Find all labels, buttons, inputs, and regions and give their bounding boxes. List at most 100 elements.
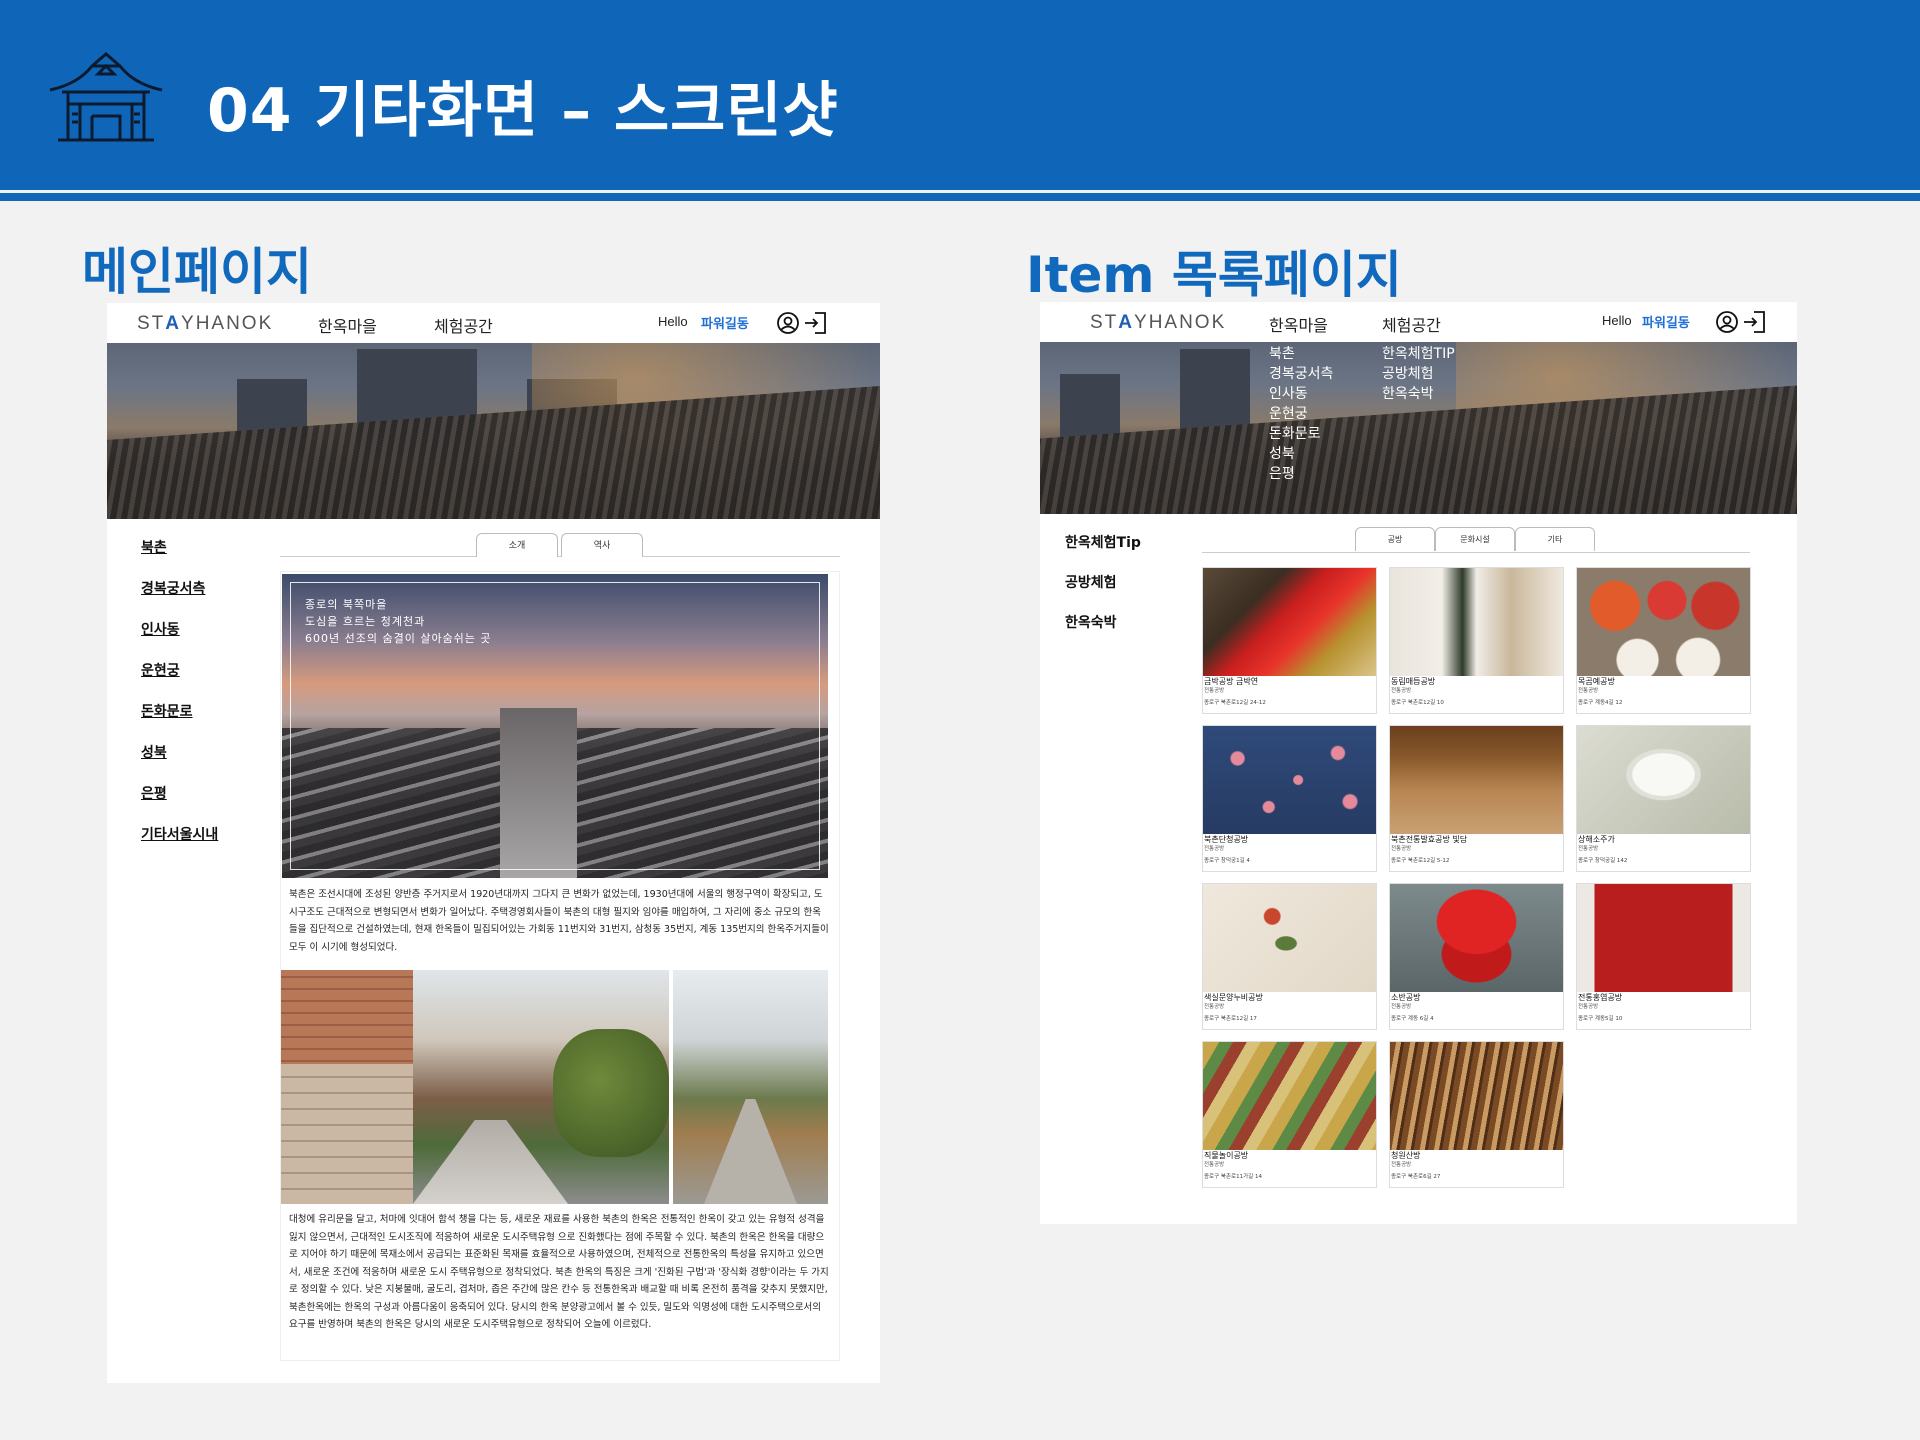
- hanok-house-icon: [49, 52, 163, 142]
- tab-history[interactable]: 역사: [561, 533, 643, 557]
- sidebar-item-seongbuk[interactable]: 성북: [141, 742, 167, 762]
- intro-paragraph-1: 북촌은 조선시대에 조성된 양반층 주거지로서 1920년대까지 그다지 큰 변…: [289, 889, 829, 953]
- item-category: 전통공방: [1204, 1004, 1225, 1010]
- header-rule: [0, 193, 1920, 201]
- item-photo: [1390, 726, 1563, 834]
- sidebar-item-workshop[interactable]: 공방체험: [1065, 572, 1117, 592]
- tab-other[interactable]: 기타: [1515, 527, 1595, 551]
- dropdown-item[interactable]: 돈화문로: [1269, 424, 1333, 444]
- item-category: 전통공방: [1391, 846, 1412, 852]
- sidebar-item-bukchon[interactable]: 북촌: [141, 537, 167, 557]
- item-card[interactable]: 북촌전통발효공방 빛담 전통공방 종로구 북촌로12길 5-12: [1389, 725, 1564, 872]
- logo[interactable]: STAYHANOK: [1090, 312, 1226, 334]
- item-card[interactable]: 소반공방 전통공방 종로구 계동 6길 4: [1389, 883, 1564, 1030]
- item-address: 종로구 북촌로12길 10: [1391, 700, 1444, 706]
- logout-door-icon[interactable]: [1742, 310, 1768, 334]
- dropdown-village: 북촌 경복궁서측 인사동 운현궁 돈화문로 성북 은평: [1269, 344, 1333, 484]
- hero-banner: [107, 343, 880, 519]
- item-card[interactable]: 상해소주가 전통공방 종로구 창덕궁길 142: [1576, 725, 1751, 872]
- bukchon-street-photo: [281, 970, 669, 1204]
- tab-divider: [280, 556, 840, 557]
- photo-wall: [281, 1063, 413, 1204]
- sidebar-item-gyeongbokgung[interactable]: 경복궁서측: [141, 578, 205, 598]
- sidebar-item-eunpyeong[interactable]: 은평: [141, 783, 167, 803]
- sidebar-item-stay[interactable]: 한옥숙박: [1065, 612, 1117, 632]
- item-photo: [1203, 568, 1376, 676]
- user-circle-icon[interactable]: [776, 311, 800, 335]
- item-card[interactable]: 금박공방 금박연 전통공방 종로구 북촌로12길 24-12: [1202, 567, 1377, 714]
- dropdown-item[interactable]: 성북: [1269, 444, 1333, 464]
- item-address: 종로구 북촌로12길 24-12: [1204, 700, 1266, 706]
- nav-experience-space[interactable]: 체험공간: [434, 313, 493, 337]
- username[interactable]: 파워길동: [1642, 312, 1690, 331]
- photo-caption-line: 도심을 흐르는 청계천과: [305, 615, 426, 628]
- slide-title: 04 기타화면 – 스크린샷: [207, 76, 839, 146]
- item-category: 전통공방: [1204, 1162, 1225, 1168]
- sidebar-item-insadong[interactable]: 인사동: [141, 619, 180, 639]
- item-photo: [1577, 884, 1750, 992]
- photo-bush: [552, 1028, 669, 1158]
- dropdown-item[interactable]: 경복궁서측: [1269, 364, 1333, 384]
- top-nav: STAYHANOK 한옥마을 체험공간 Hello 파워길동: [1040, 302, 1797, 342]
- intro-paragraph-2: 대청에 유리문을 달고, 처마에 잇대어 함석 챙을 다는 등, 새로운 재료를…: [289, 1214, 829, 1330]
- item-card[interactable]: 색실문양누비공방 전통공방 종로구 북촌로12길 17: [1202, 883, 1377, 1030]
- item-address: 종로구 북촌로6길 27: [1391, 1174, 1441, 1180]
- nav-hanok-village[interactable]: 한옥마을: [1269, 312, 1328, 336]
- item-photo: [1390, 568, 1563, 676]
- item-category: 전통공방: [1204, 846, 1225, 852]
- tab-divider: [1202, 552, 1750, 553]
- sidebar-item-unhyeongung[interactable]: 운현궁: [141, 660, 180, 680]
- item-card[interactable]: 북촌단청공방 전통공방 종로구 창덕궁1길 4: [1202, 725, 1377, 872]
- bukchon-hero-photo: 종로의 북쪽마을 도심을 흐르는 청계천과 600년 선조의 숨결이 살아숨쉬는…: [282, 574, 828, 878]
- item-card[interactable]: 목곰예공방 전통공방 종로구 계동4길 12: [1576, 567, 1751, 714]
- dropdown-item[interactable]: 한옥체험TIP: [1382, 344, 1455, 364]
- tab-culture[interactable]: 문화시설: [1435, 527, 1515, 551]
- sidebar-item-hanok-tip[interactable]: 한옥체험Tip: [1065, 532, 1141, 552]
- photo-caption-line: 종로의 북쪽마을: [305, 598, 388, 611]
- section-title-list: Item 목록페이지: [1026, 246, 1402, 304]
- item-card[interactable]: 전통홍염공방 전통공방 종로구 계동5길 10: [1576, 883, 1751, 1030]
- item-category: 전통공방: [1204, 688, 1225, 694]
- photo-road: [412, 1119, 569, 1204]
- top-nav: STAYHANOK 한옥마을 체험공간 Hello 파워길동: [107, 303, 880, 343]
- item-card[interactable]: 청원산방 전통공방 종로구 북촌로6길 27: [1389, 1041, 1564, 1188]
- user-circle-icon[interactable]: [1715, 310, 1739, 334]
- item-address: 종로구 북촌로12길 5-12: [1391, 858, 1450, 864]
- sidebar-item-donhwamunro[interactable]: 돈화문로: [141, 701, 193, 721]
- item-list-screenshot: STAYHANOK 한옥마을 체험공간 Hello 파워길동 북촌 경복궁서측 …: [1040, 302, 1797, 1224]
- item-card[interactable]: 직물놀이공방 전통공방 종로구 북촌로11가길 14: [1202, 1041, 1377, 1188]
- item-card[interactable]: 동림매듭공방 전통공방 종로구 북촌로12길 10: [1389, 567, 1564, 714]
- item-photo: [1203, 726, 1376, 834]
- item-photo: [1577, 568, 1750, 676]
- sidebar-item-other-seoul[interactable]: 기타서울시내: [141, 824, 218, 844]
- item-address: 종로구 창덕궁1길 4: [1204, 858, 1250, 864]
- item-address: 종로구 계동 6길 4: [1391, 1016, 1434, 1022]
- dropdown-item[interactable]: 인사동: [1269, 384, 1333, 404]
- item-category: 전통공방: [1578, 1004, 1599, 1010]
- dropdown-experience: 한옥체험TIP 공방체험 한옥숙박: [1382, 344, 1455, 404]
- item-address: 종로구 북촌로12길 17: [1204, 1016, 1257, 1022]
- dropdown-item[interactable]: 북촌: [1269, 344, 1333, 364]
- tab-workshop[interactable]: 공방: [1355, 527, 1435, 551]
- nav-experience-space[interactable]: 체험공간: [1382, 312, 1441, 336]
- tab-intro[interactable]: 소개: [476, 533, 558, 557]
- bukchon-alley-photo: [673, 970, 828, 1204]
- dropdown-item[interactable]: 운현궁: [1269, 404, 1333, 424]
- section-title-main: 메인페이지: [82, 243, 312, 301]
- item-category: 전통공방: [1391, 688, 1412, 694]
- item-category: 전통공방: [1391, 1004, 1412, 1010]
- dropdown-item[interactable]: 은평: [1269, 464, 1333, 484]
- item-photo: [1577, 726, 1750, 834]
- item-address: 종로구 창덕궁길 142: [1578, 858, 1628, 864]
- logout-door-icon[interactable]: [803, 311, 829, 335]
- dropdown-item[interactable]: 한옥숙박: [1382, 384, 1455, 404]
- item-photo: [1390, 884, 1563, 992]
- logo[interactable]: STAYHANOK: [137, 313, 273, 335]
- main-page-screenshot: STAYHANOK 한옥마을 체험공간 Hello 파워길동 북촌 경복궁서측 …: [107, 303, 880, 1383]
- nav-hanok-village[interactable]: 한옥마을: [318, 313, 377, 337]
- dropdown-item[interactable]: 공방체험: [1382, 364, 1455, 384]
- username[interactable]: 파워길동: [701, 313, 749, 332]
- item-category: 전통공방: [1391, 1162, 1412, 1168]
- item-photo: [1203, 884, 1376, 992]
- item-address: 종로구 계동5길 10: [1578, 1016, 1623, 1022]
